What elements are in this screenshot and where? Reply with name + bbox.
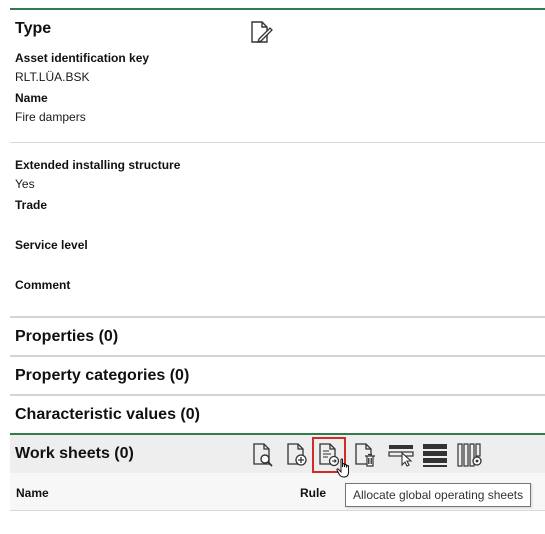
view-document-icon[interactable]: [248, 440, 278, 470]
trade-label: Trade: [15, 198, 48, 212]
column-settings-icon[interactable]: [455, 440, 485, 470]
select-icon[interactable]: [386, 440, 416, 470]
properties-section[interactable]: Properties (0): [10, 318, 545, 356]
work-sheets-title: Work sheets (0): [15, 445, 134, 462]
type-section-title: Type: [15, 20, 52, 37]
name-value: Fire dampers: [15, 110, 86, 124]
characteristic-values-section[interactable]: Characteristic values (0): [10, 396, 545, 434]
property-categories-section[interactable]: Property categories (0): [10, 357, 545, 395]
column-header-rule[interactable]: Rule: [300, 486, 326, 500]
column-header-name[interactable]: Name: [16, 486, 49, 500]
characteristic-values-title: Characteristic values (0): [15, 406, 200, 423]
extended-structure-label: Extended installing structure: [15, 158, 181, 172]
asset-key-label: Asset identification key: [15, 51, 150, 65]
service-level-label: Service level: [15, 238, 88, 252]
delete-document-icon[interactable]: [350, 440, 380, 470]
properties-title: Properties (0): [15, 328, 119, 345]
divider: [10, 142, 545, 143]
add-document-icon[interactable]: [282, 440, 312, 470]
asset-key-value: RLT.LÜA.BSK: [15, 70, 90, 84]
extended-structure-value: Yes: [15, 177, 35, 191]
property-categories-title: Property categories (0): [15, 367, 190, 384]
name-label: Name: [15, 91, 48, 105]
edit-document-icon[interactable]: [248, 20, 274, 46]
comment-label: Comment: [15, 278, 71, 292]
tooltip: Allocate global operating sheets: [345, 483, 532, 507]
hand-cursor-icon: [336, 458, 349, 478]
top-accent-border: [10, 8, 545, 10]
list-view-icon[interactable]: [420, 440, 450, 470]
